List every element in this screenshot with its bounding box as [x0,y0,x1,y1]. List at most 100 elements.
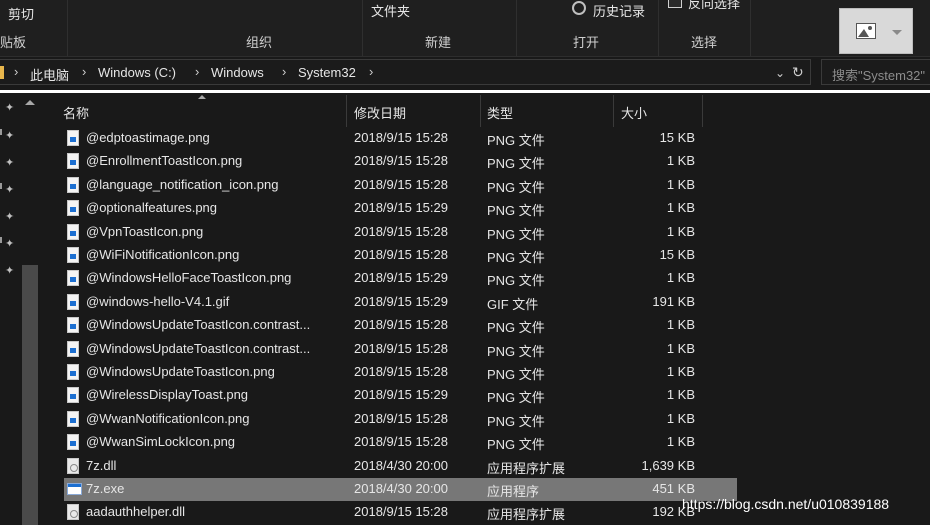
pin-icon[interactable]: ✦ [5,156,14,169]
file-size: 451 KB [652,481,695,496]
reverse-select-icon [668,0,682,8]
breadcrumb-separator-icon[interactable]: › [282,64,286,79]
file-name: @WirelessDisplayToast.png [86,387,249,403]
file-row[interactable]: @WindowsUpdateToastIcon.contrast... 2018/… [40,314,930,337]
file-row[interactable]: @WindowsHelloFaceToastIcon.png 2018/9/15 … [40,267,930,290]
file-size: 1 KB [666,387,695,403]
dropdown-arrow-icon[interactable] [892,30,902,35]
file-row[interactable]: @WindowsUpdateToastIcon.png 2018/9/15 15:… [40,361,930,384]
pin-icon[interactable]: ✦ [5,183,14,196]
ribbon-divider [516,0,517,56]
preview-image-button[interactable] [839,8,913,54]
history-button[interactable]: 历史记录 [593,1,645,20]
file-row[interactable]: 7z.dll 2018/4/30 20:00 应用程序扩展 1,639 KB [40,455,930,478]
file-name: @EnrollmentToastIcon.png [86,153,243,169]
file-row[interactable]: @WiFiNotificationIcon.png 2018/9/15 15:28… [40,244,930,267]
column-resize-handle[interactable] [346,95,347,127]
png-file-icon [67,130,79,146]
scroll-up-arrow-icon[interactable] [25,100,35,105]
column-resize-handle[interactable] [613,95,614,127]
address-bar[interactable]: › 此电脑 › Windows (C:) › Windows › System3… [0,59,811,85]
file-row[interactable]: @edptoastimage.png 2018/9/15 15:28 PNG 文件 1… [40,127,930,150]
file-row[interactable]: @WwanSimLockIcon.png 2018/9/15 15:28 PNG 文… [40,431,930,454]
file-size: 1 KB [666,317,695,333]
pin-icon[interactable]: ✦ [5,210,14,223]
file-date: 2018/9/15 15:28 [354,247,448,262]
file-row[interactable]: @WwanNotificationIcon.png 2018/9/15 15:28… [40,408,930,431]
png-file-icon [67,410,79,427]
file-row[interactable]: @WindowsUpdateToastIcon.contrast... 2018/… [40,338,930,361]
pin-icon[interactable]: ✦ [5,237,14,250]
refresh-icon[interactable]: ↻ [792,64,804,81]
file-type: 应用程序 [487,484,540,499]
file-name: @language_notification_icon.png [86,176,279,192]
file-size: 1 KB [666,176,695,192]
file-name: @WindowsUpdateToastIcon.png [86,364,275,379]
pin-icon[interactable]: ✦ [5,101,14,114]
file-row[interactable]: 7z.exe 2018/4/30 20:00 应用程序 451 KB [64,478,737,501]
file-size: 1 KB [666,364,695,379]
nav-scrollbar[interactable] [22,265,38,525]
column-resize-handle[interactable] [480,95,481,127]
pin-icon[interactable]: ✦ [5,264,14,277]
file-row[interactable]: @language_notification_icon.png 2018/9/15… [40,174,930,197]
search-box[interactable]: 搜索"System32" [821,59,930,85]
png-file-icon [67,176,79,193]
file-type: PNG 文件 [487,156,545,172]
breadcrumb-this-pc[interactable]: 此电脑 [30,65,69,84]
file-row[interactable]: @optionalfeatures.png 2018/9/15 15:29 PNG … [40,197,930,220]
png-file-icon [67,387,79,404]
column-header-size[interactable]: 大小 [621,103,647,122]
image-icon [856,23,876,39]
file-name: @WindowsUpdateToastIcon.contrast... [86,317,311,333]
folder-icon [0,66,4,79]
file-size: 15 KB [659,130,695,145]
file-name: @edptoastimage.png [86,130,210,145]
new-folder-button[interactable]: 文件夹 [371,1,410,20]
file-size: 191 KB [652,293,695,309]
file-name: @WwanSimLockIcon.png [86,434,236,450]
file-size: 1 KB [666,410,695,426]
group-clipboard-label: 贴板 [0,35,27,50]
file-name: @WwanNotificationIcon.png [86,410,250,426]
breadcrumb-separator-icon[interactable]: › [195,64,199,79]
column-header-type[interactable]: 类型 [487,103,513,122]
file-name: @WindowsHelloFaceToastIcon.png [86,270,292,286]
file-row[interactable]: @EnrollmentToastIcon.png 2018/9/15 15:28 P… [40,150,930,173]
group-organize-label: 组织 [246,35,273,50]
file-name: @windows-hello-V4.1.gif [86,293,230,309]
history-icon [572,1,586,15]
address-row: › 此电脑 › Windows (C:) › Windows › System3… [0,57,930,87]
file-date: 2018/9/15 15:29 [354,270,448,286]
file-size: 1,639 KB [641,457,696,473]
file-row[interactable]: @windows-hello-V4.1.gif 2018/9/15 15:29 GI… [40,291,930,314]
file-type: PNG 文件 [487,250,545,265]
png-file-icon [67,270,79,287]
column-resize-handle[interactable] [702,95,703,127]
breadcrumb-separator-icon[interactable]: › [82,64,86,79]
breadcrumb-separator-icon[interactable]: › [369,64,373,79]
reverse-select-button[interactable]: 反向选择 [688,0,740,12]
file-size: 1 KB [666,270,695,286]
pin-icon[interactable]: ✦ [5,129,14,142]
column-header-date[interactable]: 修改日期 [354,103,406,122]
sort-ascending-icon [198,95,206,99]
file-type: PNG 文件 [487,437,545,453]
file-row[interactable]: @WirelessDisplayToast.png 2018/9/15 15:29… [40,384,930,407]
file-date: 2018/9/15 15:29 [354,200,448,216]
file-name: @VpnToastIcon.png [86,223,204,239]
group-select-label: 选择 [691,35,718,50]
exe-file-icon [67,483,82,495]
breadcrumb-separator-icon[interactable]: › [14,64,18,79]
file-row[interactable]: @VpnToastIcon.png 2018/9/15 15:28 PNG 文件 1 … [40,221,930,244]
dll-file-icon [67,504,79,521]
column-header-name[interactable]: 名称 [63,103,89,122]
breadcrumb-system32[interactable]: System32 [298,65,356,80]
png-file-icon [67,200,79,217]
file-type: PNG 文件 [487,320,545,336]
breadcrumb-windows[interactable]: Windows [211,65,264,80]
search-input[interactable]: 搜索"System32" [832,65,925,84]
address-history-chevron-icon[interactable]: ⌄ [775,66,785,80]
breadcrumb-drive-c[interactable]: Windows (C:) [98,65,176,80]
cut-button[interactable]: 剪切 [8,4,34,23]
